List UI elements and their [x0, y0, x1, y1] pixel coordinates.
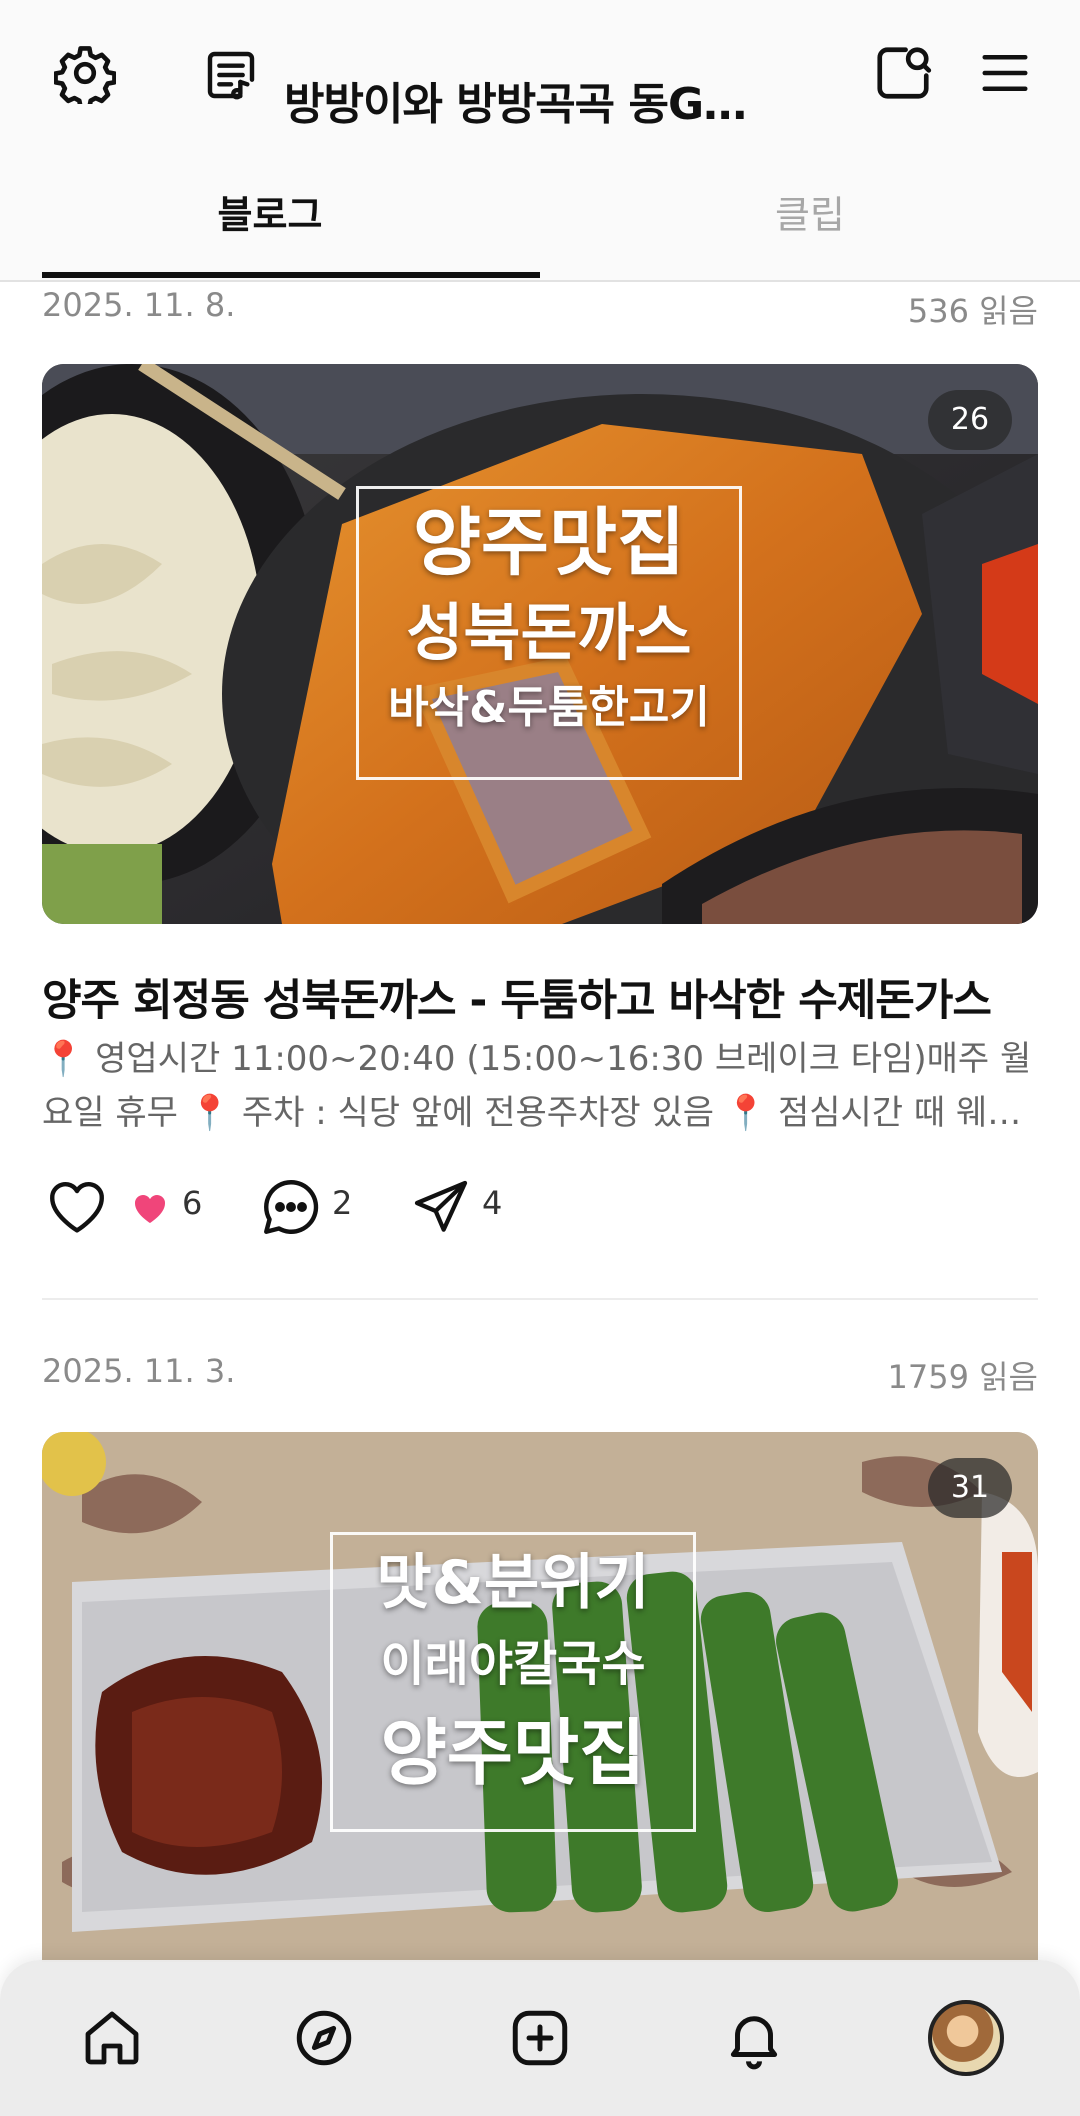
thumbnail-caption: 양주맛집 성북돈까스 바삭&두툼한고기: [356, 486, 742, 780]
blog-title[interactable]: 방방이와 방방곡곡 동GO...: [284, 68, 774, 124]
tab-bar: 블로그 클립: [0, 170, 1080, 280]
post-card[interactable]: 2025. 11. 8. 536 읽음 26 양주맛집 성북돈까스 바삭&두툼한…: [42, 282, 1038, 1302]
post-actions: 6 2 4: [42, 1172, 1038, 1242]
avatar: [928, 2000, 1004, 2076]
menu-icon[interactable]: [972, 40, 1038, 106]
thumbnail-caption-line: 성북돈까스: [406, 596, 692, 669]
post-read-count: 536 읽음: [907, 292, 1038, 330]
home-icon[interactable]: [72, 1998, 152, 2078]
post-read-count: 1759 읽음: [887, 1358, 1039, 1396]
heart-outline-icon[interactable]: [42, 1172, 112, 1242]
compass-icon[interactable]: [284, 1998, 364, 2078]
heart-filled-icon: [130, 1188, 170, 1228]
thumbnail-caption: 맛&분위기 이래야칼국수 양주맛집: [330, 1532, 696, 1832]
tab-clip[interactable]: 클립: [540, 170, 1080, 276]
active-tab-indicator: [42, 272, 540, 278]
photo-count-badge: 26: [928, 390, 1012, 450]
app-header: 방방이와 방방곡곡 동GO... 블로그 클립: [0, 0, 1080, 282]
post-meta: 2025. 11. 8. 536 읽음: [42, 286, 1038, 336]
post-thumbnail[interactable]: 31 맛&분위기 이래야칼국수 양주맛집: [42, 1432, 1038, 1962]
gear-icon[interactable]: [52, 40, 118, 106]
thumbnail-caption-line: 양주맛집: [412, 500, 686, 586]
bell-icon[interactable]: [714, 1998, 794, 2078]
photo-count-badge: 31: [928, 1458, 1012, 1518]
profile-avatar[interactable]: [926, 1998, 1006, 2078]
thumbnail-caption-line: 바삭&두툼한고기: [388, 682, 710, 733]
comment-icon[interactable]: [256, 1172, 326, 1242]
post-snippet[interactable]: 📍 영업시간 11:00~20:40 (15:00~16:30 브레이크 타임)…: [42, 1032, 1038, 1140]
thumbnail-caption-line: 양주맛집: [380, 1711, 646, 1795]
post-date: 2025. 11. 8.: [42, 286, 236, 324]
post-date: 2025. 11. 3.: [42, 1352, 236, 1390]
top-bar: 방방이와 방방곡곡 동GO...: [0, 20, 1080, 130]
add-post-icon[interactable]: [500, 1998, 580, 2078]
bottom-navigation: [0, 1960, 1080, 2116]
tab-blog[interactable]: 블로그: [0, 170, 540, 276]
share-icon[interactable]: [406, 1172, 476, 1242]
thumbnail-caption-line: 맛&분위기: [376, 1548, 650, 1618]
like-count: 6: [182, 1184, 203, 1222]
post-title[interactable]: 양주 회정동 성북돈까스 - 두툼하고 바삭한 수제돈가스: [42, 966, 1038, 1028]
comment-count: 2: [332, 1184, 353, 1222]
post-meta: 2025. 11. 3. 1759 읽음: [42, 1352, 1038, 1402]
search-icon[interactable]: [870, 40, 936, 106]
post-card[interactable]: 2025. 11. 3. 1759 읽음 31 맛&분위기 이래야칼국수 양주맛…: [42, 1352, 1038, 1962]
post-thumbnail[interactable]: 26 양주맛집 성북돈까스 바삭&두툼한고기: [42, 364, 1038, 924]
thumbnail-caption-line: 이래야칼국수: [380, 1636, 646, 1692]
share-count: 4: [482, 1184, 503, 1222]
blog-list-icon[interactable]: [200, 44, 262, 106]
post-divider: [42, 1298, 1038, 1300]
